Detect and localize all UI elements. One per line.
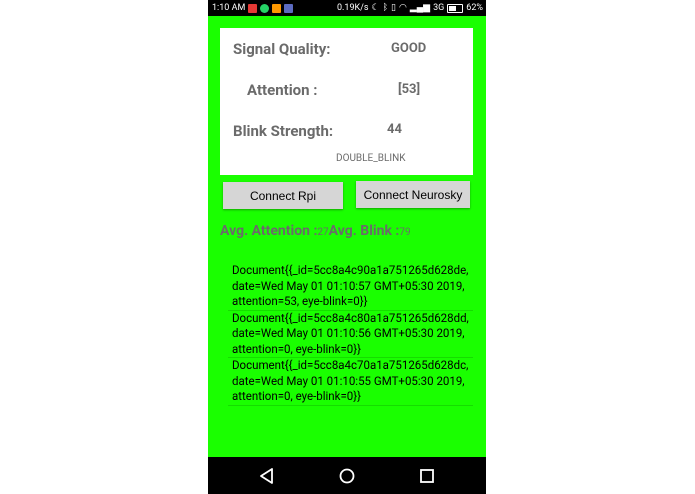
- avg-attention-label: Avg. Attention :: [220, 223, 318, 239]
- notification-icon: [272, 3, 282, 13]
- whatsapp-icon: [260, 3, 270, 13]
- attention-label: Attention :: [247, 81, 318, 99]
- connect-rpi-button[interactable]: Connect Rpi: [223, 182, 343, 209]
- home-icon[interactable]: [337, 466, 357, 486]
- list-item[interactable]: Document{{_id=5cc8a4c70a1a751265d628dc, …: [228, 358, 473, 406]
- notification-icon: [248, 3, 258, 13]
- signal-icon: ▂▄▆: [409, 2, 431, 13]
- clock: 1:10 AM: [212, 3, 246, 13]
- signal-quality-value: GOOD: [391, 41, 427, 56]
- blink-strength-value: 44: [387, 122, 402, 137]
- network-type: 3G: [433, 3, 445, 13]
- network-speed: 0.19K/s: [336, 3, 369, 13]
- avg-attention-value: 27: [317, 227, 329, 238]
- avg-blink-value: 79: [399, 227, 411, 238]
- bluetooth-icon: ᛒ: [382, 2, 389, 13]
- status-bar-right: 0.19K/s ☾ ᛒ ▯ ◠ ▂▄▆ 3G 62%: [337, 3, 486, 13]
- connect-neurosky-button[interactable]: Connect Neurosky: [356, 181, 470, 208]
- list-item[interactable]: Document{{_id=5cc8a4c90a1a751265d628de, …: [228, 263, 473, 311]
- moon-icon: ☾: [371, 2, 380, 13]
- averages-row: Avg. Attention :27Avg. Blink :79: [220, 220, 480, 239]
- attention-value: [53]: [398, 82, 421, 97]
- status-bar-left: 1:10 AM: [208, 3, 294, 13]
- avg-blink-label: Avg. Blink :: [328, 223, 400, 239]
- recents-icon[interactable]: [417, 466, 437, 486]
- blink-strength-label: Blink Strength:: [233, 122, 334, 140]
- records-list[interactable]: Document{{_id=5cc8a4c90a1a751265d628de, …: [228, 263, 473, 425]
- navigation-bar: [208, 457, 486, 494]
- battery-icon: [447, 3, 464, 13]
- blink-event-text: DOUBLE_BLINK: [336, 153, 406, 164]
- signal-quality-label: Signal Quality:: [233, 40, 331, 58]
- battery-level: 62%: [466, 3, 483, 13]
- vibrate-icon: ▯: [391, 2, 396, 13]
- status-bar: 1:10 AM 0.19K/s ☾ ᛒ ▯ ◠ ▂▄▆ 3G 62%: [208, 0, 486, 16]
- notification-icon: [284, 3, 294, 13]
- list-item[interactable]: Document{{_id=5cc8a4c80a1a751265d628dd, …: [228, 311, 473, 358]
- app-screen: 1:10 AM 0.19K/s ☾ ᛒ ▯ ◠ ▂▄▆ 3G 62% Signa…: [208, 0, 486, 494]
- back-icon[interactable]: [257, 466, 277, 486]
- status-card: Signal Quality: GOOD Attention : [53] Bl…: [220, 28, 473, 175]
- wifi-icon: ◠: [398, 2, 407, 13]
